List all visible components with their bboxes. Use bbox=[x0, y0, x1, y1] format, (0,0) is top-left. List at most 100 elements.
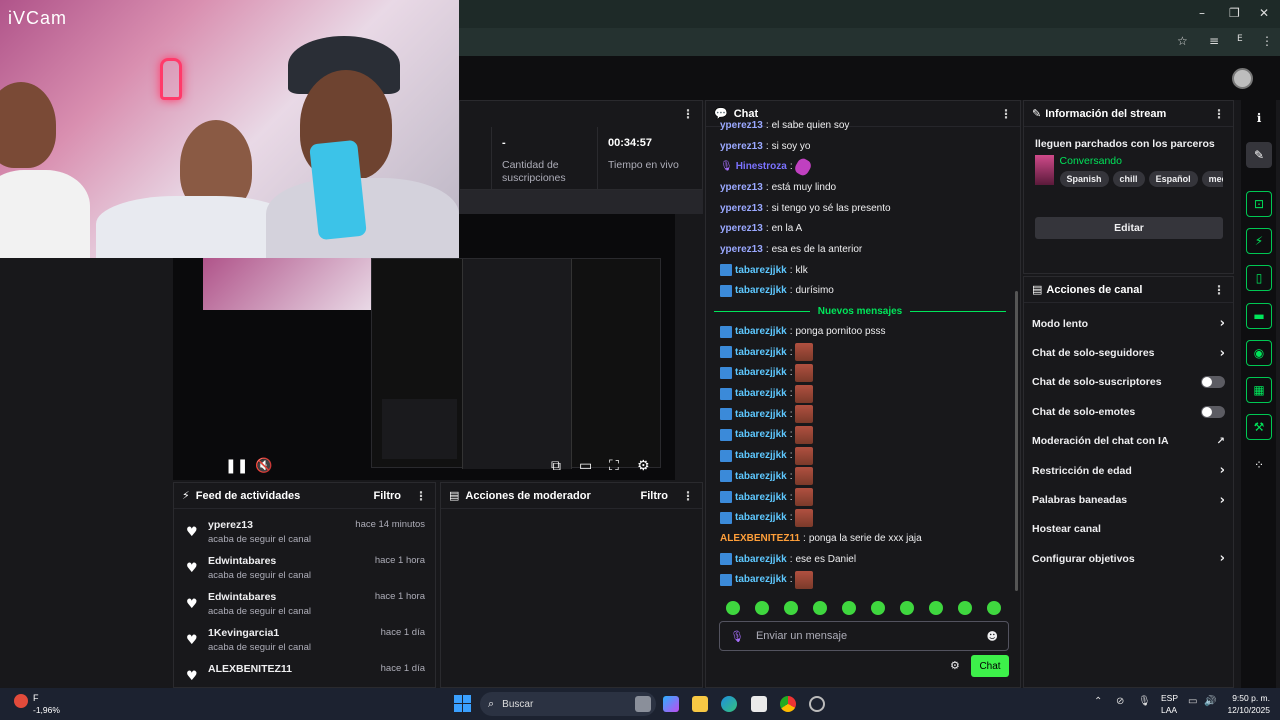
more-icon[interactable]: ⋮ bbox=[415, 489, 427, 503]
chat-emote[interactable] bbox=[795, 508, 814, 527]
channel-action-item[interactable]: Configurar objetivos › bbox=[1024, 544, 1233, 573]
channel-action-item[interactable]: Restricción de edad › bbox=[1024, 456, 1233, 485]
more-icon[interactable]: ⋮ bbox=[682, 489, 694, 503]
filter-button[interactable]: Filtro bbox=[374, 490, 402, 502]
lang-indicator[interactable]: ESP bbox=[1161, 693, 1178, 703]
task-view-icon[interactable] bbox=[635, 696, 651, 712]
chat-username[interactable]: tabarezjjkk bbox=[735, 347, 787, 358]
chat-username[interactable]: ALEXBENITEZ11 bbox=[720, 533, 800, 544]
chat-send-button[interactable]: Chat bbox=[971, 655, 1009, 677]
tray-chevron-icon[interactable]: ⌃ bbox=[1094, 696, 1102, 707]
tray-volume-icon[interactable]: 🔊 bbox=[1204, 696, 1216, 707]
edit-icon[interactable]: ✎ bbox=[1246, 142, 1272, 168]
lightning-icon[interactable]: ⚡ bbox=[1246, 228, 1272, 254]
chat-username[interactable]: yperez13 bbox=[720, 203, 763, 214]
popout-icon[interactable]: ⧉ bbox=[551, 458, 561, 474]
fullscreen-icon[interactable]: ⛶ bbox=[609, 458, 619, 474]
profile-icon[interactable]: E bbox=[1237, 34, 1243, 44]
chat-emote[interactable] bbox=[795, 363, 814, 382]
maximize-icon[interactable]: ❐ bbox=[1229, 6, 1240, 20]
channel-action-item[interactable]: Palabras baneadas › bbox=[1024, 485, 1233, 514]
chat-emote[interactable] bbox=[795, 446, 814, 465]
chat-username[interactable]: tabarezjjkk bbox=[735, 429, 787, 440]
menu-icon[interactable]: ⋮ bbox=[1261, 34, 1273, 48]
layout-icon[interactable]: ▦ bbox=[1246, 377, 1272, 403]
channel-action-item[interactable]: Chat de solo-suscriptores bbox=[1024, 368, 1233, 397]
chat-username[interactable]: tabarezjjkk bbox=[735, 285, 787, 296]
more-icon[interactable]: ⋮ bbox=[682, 107, 694, 121]
emote-icon[interactable] bbox=[754, 601, 769, 615]
channel-action-item[interactable]: Hostear canal bbox=[1024, 515, 1233, 544]
chat-username[interactable]: tabarezjjkk bbox=[735, 409, 787, 420]
tray-network-icon[interactable]: ⊘ bbox=[1116, 696, 1124, 707]
channel-action-item[interactable]: Chat de solo-emotes bbox=[1024, 397, 1233, 426]
tray-mic-icon[interactable]: 🎙 bbox=[1138, 696, 1151, 707]
chat-username[interactable]: yperez13 bbox=[720, 182, 763, 193]
copilot-icon[interactable] bbox=[663, 696, 679, 712]
emote-icon[interactable] bbox=[928, 601, 943, 615]
broadcast-icon[interactable]: ◉ bbox=[1246, 340, 1272, 366]
chat-username[interactable]: tabarezjjkk bbox=[735, 471, 787, 482]
weather-icon[interactable] bbox=[14, 694, 28, 708]
chat-username[interactable]: yperez13 bbox=[720, 141, 763, 152]
chat-settings-icon[interactable]: ⚙ bbox=[950, 659, 960, 672]
mic-icon[interactable]: 🎙 bbox=[730, 630, 744, 643]
chat-username[interactable]: tabarezjjkk bbox=[735, 574, 787, 585]
clock-time[interactable]: 9:50 p. m. bbox=[1222, 693, 1270, 703]
chat-emote[interactable] bbox=[795, 384, 814, 403]
channel-action-item[interactable]: Modo lento › bbox=[1024, 309, 1233, 338]
clipboard-icon[interactable]: ▯ bbox=[1246, 265, 1272, 291]
windows-start-icon[interactable] bbox=[454, 695, 471, 712]
chat-username[interactable]: tabarezjjkk bbox=[735, 492, 787, 503]
chat-username[interactable]: tabarezjjkk bbox=[735, 367, 787, 378]
filter-button[interactable]: Filtro bbox=[641, 490, 669, 502]
store-icon[interactable] bbox=[751, 696, 767, 712]
category-link[interactable]: Conversando bbox=[1060, 155, 1223, 167]
chat-bubble-icon[interactable]: ▬ bbox=[1246, 303, 1272, 329]
reading-list-icon[interactable]: ≡ bbox=[1209, 34, 1219, 48]
file-explorer-icon[interactable] bbox=[692, 696, 708, 712]
more-icon[interactable]: ⋮ bbox=[1213, 283, 1225, 297]
app-icon[interactable] bbox=[809, 696, 825, 712]
emote-icon[interactable] bbox=[841, 601, 856, 615]
emote-icon[interactable] bbox=[870, 601, 885, 615]
chat-username[interactable]: tabarezjjkk bbox=[735, 326, 787, 337]
stream-tag[interactable]: medelin bbox=[1201, 171, 1223, 187]
pause-icon[interactable]: ❚❚ bbox=[225, 458, 248, 474]
chat-username[interactable]: tabarezjjkk bbox=[735, 265, 787, 276]
tray-display-icon[interactable]: ▭ bbox=[1188, 696, 1197, 707]
chat-username[interactable]: yperez13 bbox=[720, 120, 763, 131]
chat-username[interactable]: yperez13 bbox=[720, 223, 763, 234]
chat-username[interactable]: tabarezjjkk bbox=[735, 388, 787, 399]
emote-icon[interactable] bbox=[899, 601, 914, 615]
mute-icon[interactable]: 🔇 bbox=[255, 458, 272, 474]
info-icon[interactable]: ℹ bbox=[1246, 105, 1272, 131]
theater-icon[interactable]: ▭ bbox=[579, 458, 592, 474]
edit-button[interactable]: Editar bbox=[1035, 217, 1223, 239]
emote-icon[interactable] bbox=[986, 601, 1001, 615]
feed-item[interactable]: ♥ Edwintabares acaba de seguir el canal hac… bbox=[174, 549, 435, 585]
chat-emote[interactable] bbox=[795, 405, 814, 424]
toggle-switch[interactable] bbox=[1201, 405, 1225, 418]
chat-username[interactable]: yperez13 bbox=[720, 244, 763, 255]
camera-icon[interactable]: ⊡ bbox=[1246, 191, 1272, 217]
feed-item[interactable]: ♥ yperez13 acaba de seguir el canal hace 14… bbox=[174, 513, 435, 549]
stream-tag[interactable]: Spanish bbox=[1059, 171, 1109, 187]
chat-emote[interactable] bbox=[792, 156, 813, 178]
chat-input[interactable]: 🎙 Enviar un mensaje ☻ bbox=[719, 621, 1009, 651]
stream-tag[interactable]: chill bbox=[1112, 171, 1145, 187]
wrench-icon[interactable]: ⚒ bbox=[1246, 414, 1272, 440]
chat-emote[interactable] bbox=[795, 570, 814, 589]
chat-username[interactable]: tabarezjjkk bbox=[735, 554, 787, 565]
clock-date[interactable]: 12/10/2025 bbox=[1222, 705, 1270, 715]
channel-action-item[interactable]: Chat de solo-seguidores › bbox=[1024, 338, 1233, 367]
chat-username[interactable]: tabarezjjkk bbox=[735, 512, 787, 523]
chat-username[interactable]: Hinestroza bbox=[736, 161, 787, 172]
settings-icon[interactable]: ⚙ bbox=[637, 458, 650, 474]
toggle-switch[interactable] bbox=[1201, 376, 1225, 389]
emote-icon[interactable] bbox=[783, 601, 798, 615]
avatar[interactable] bbox=[1232, 68, 1253, 89]
chat-emote[interactable] bbox=[795, 488, 814, 507]
chat-emote[interactable] bbox=[795, 425, 814, 444]
taskbar-search[interactable]: ⌕ Buscar bbox=[480, 692, 656, 716]
